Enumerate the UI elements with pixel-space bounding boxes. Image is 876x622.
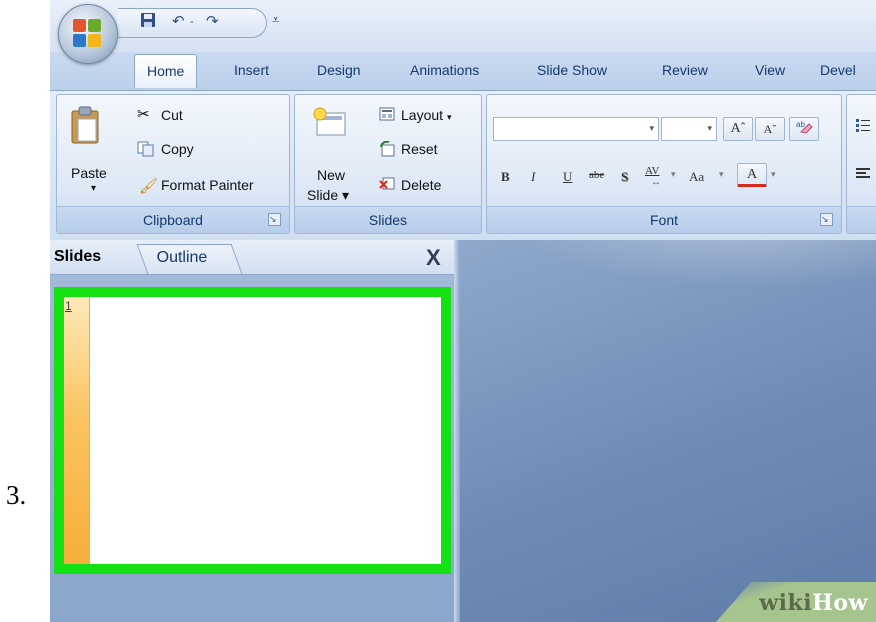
font-color-button[interactable]: A bbox=[737, 163, 767, 187]
new-slide-label-2-text: Slide bbox=[307, 187, 339, 203]
tab-insert[interactable]: Insert bbox=[234, 62, 269, 78]
paste-icon[interactable] bbox=[69, 105, 101, 150]
clipboard-group: Paste ▾ ✂ Cut Copy 🖌 Format Painter Clip… bbox=[56, 94, 290, 234]
format-painter-icon: 🖌 bbox=[139, 178, 159, 195]
cut-icon: ✂ bbox=[137, 106, 150, 123]
font-size-combobox[interactable]: ▾ bbox=[661, 117, 717, 141]
clear-formatting-button[interactable]: ab bbox=[789, 117, 819, 141]
character-spacing-button[interactable]: AV bbox=[645, 165, 659, 177]
paragraph-group bbox=[846, 94, 876, 234]
tab-slides[interactable]: Slides bbox=[54, 248, 101, 266]
font-group: ▾ ▾ Aˆ Aˇ ab B I U abe S AV ↔ ▾ Aa ▾ A ▾… bbox=[486, 94, 842, 234]
slides-pane-tabs: Outline Slides X bbox=[50, 240, 456, 275]
reset-icon bbox=[379, 140, 395, 162]
watermark-how: How bbox=[812, 590, 868, 616]
layout-button-text: Layout bbox=[401, 107, 444, 123]
bullets-icon[interactable] bbox=[855, 117, 871, 138]
cut-button[interactable]: Cut bbox=[161, 107, 183, 123]
wikihow-watermark: wikiHow bbox=[759, 590, 868, 616]
delete-button[interactable]: Delete bbox=[401, 177, 441, 193]
powerpoint-window: ↶ - ↷ ⩡ Home Insert Design Animations Sl… bbox=[50, 0, 876, 622]
font-color-dropdown-icon[interactable]: ▾ bbox=[771, 169, 776, 180]
tab-review[interactable]: Review bbox=[662, 62, 708, 78]
strikethrough-button[interactable]: abe bbox=[589, 169, 604, 181]
slides-group-label: Slides bbox=[295, 206, 481, 233]
font-name-combobox[interactable]: ▾ bbox=[493, 117, 659, 141]
tab-home[interactable]: Home bbox=[134, 54, 198, 88]
slide-editing-area[interactable]: wikiHow bbox=[460, 240, 876, 622]
change-case-button[interactable]: Aa bbox=[689, 169, 704, 185]
font-size-dropdown-icon[interactable]: ▾ bbox=[707, 123, 712, 134]
layout-icon bbox=[379, 107, 395, 126]
align-left-icon[interactable] bbox=[855, 167, 871, 186]
clipboard-dialog-launcher-icon[interactable]: ↘ bbox=[268, 213, 281, 226]
slide-selection-strip: 1 bbox=[64, 297, 89, 564]
svg-text:ab: ab bbox=[796, 120, 805, 129]
character-spacing-arrows-icon: ↔ bbox=[651, 177, 661, 188]
ribbon: Paste ▾ ✂ Cut Copy 🖌 Format Painter Clip… bbox=[50, 90, 876, 241]
ribbon-tabs: Home Insert Design Animations Slide Show… bbox=[50, 52, 876, 90]
delete-slide-icon bbox=[379, 175, 395, 196]
slide-number: 1 bbox=[65, 299, 72, 313]
tab-outline[interactable]: Outline bbox=[136, 244, 243, 274]
copy-button[interactable]: Copy bbox=[161, 141, 194, 157]
watermark-wiki: wiki bbox=[759, 590, 813, 616]
new-slide-label-1[interactable]: New bbox=[317, 167, 345, 183]
slides-group: New Slide ▾ Layout ▾ Reset Delete Slides bbox=[294, 94, 482, 234]
paragraph-group-label bbox=[847, 206, 876, 233]
office-button[interactable] bbox=[58, 4, 118, 64]
clipboard-group-label: Clipboard bbox=[57, 206, 289, 233]
paste-dropdown-icon[interactable]: ▾ bbox=[91, 183, 96, 194]
text-shadow-button[interactable]: S bbox=[621, 169, 628, 185]
step-number: 3. bbox=[6, 480, 27, 510]
quick-access-toolbar: ↶ - ↷ bbox=[118, 8, 267, 38]
font-name-dropdown-icon[interactable]: ▾ bbox=[649, 123, 654, 134]
slide-thumbnail-1[interactable] bbox=[89, 297, 441, 564]
font-dialog-launcher-icon[interactable]: ↘ bbox=[820, 213, 833, 226]
new-slide-icon[interactable] bbox=[313, 107, 347, 142]
tab-design[interactable]: Design bbox=[317, 62, 361, 78]
copy-icon bbox=[137, 141, 155, 162]
underline-button[interactable]: U bbox=[563, 169, 572, 185]
tab-developer[interactable]: Devel bbox=[820, 62, 856, 78]
close-pane-icon[interactable]: X bbox=[426, 245, 441, 271]
slide-thumbnail-highlight: 1 bbox=[54, 287, 451, 574]
tab-slide-show[interactable]: Slide Show bbox=[537, 62, 607, 78]
office-logo-icon bbox=[73, 19, 103, 49]
tab-outline-label: Outline bbox=[156, 249, 208, 266]
tab-animations[interactable]: Animations bbox=[410, 62, 479, 78]
format-painter-button[interactable]: Format Painter bbox=[161, 177, 254, 193]
canvas-shading bbox=[460, 240, 876, 300]
title-bar: ↶ - ↷ ⩡ bbox=[50, 0, 876, 52]
undo-icon[interactable]: ↶ bbox=[172, 12, 185, 30]
tab-view[interactable]: View bbox=[755, 62, 785, 78]
spacing-dropdown-icon[interactable]: ▾ bbox=[671, 169, 676, 180]
paste-button-label[interactable]: Paste bbox=[71, 165, 107, 181]
reset-button[interactable]: Reset bbox=[401, 141, 438, 157]
grow-font-button[interactable]: Aˆ bbox=[723, 117, 753, 141]
clear-formatting-icon: ab bbox=[796, 120, 813, 134]
shrink-font-button[interactable]: Aˇ bbox=[755, 117, 785, 141]
save-icon[interactable] bbox=[140, 12, 156, 32]
customize-arrow-icon[interactable]: ⩡ bbox=[272, 12, 279, 28]
font-group-label: Font bbox=[487, 206, 841, 233]
undo-dropdown-icon[interactable]: - bbox=[190, 16, 194, 28]
italic-button[interactable]: I bbox=[531, 169, 535, 185]
change-case-dropdown-icon[interactable]: ▾ bbox=[719, 169, 724, 180]
layout-button[interactable]: Layout ▾ bbox=[401, 107, 451, 123]
redo-icon[interactable]: ↷ bbox=[206, 12, 219, 30]
new-slide-label-2[interactable]: Slide ▾ bbox=[307, 187, 349, 204]
bold-button[interactable]: B bbox=[501, 169, 510, 185]
